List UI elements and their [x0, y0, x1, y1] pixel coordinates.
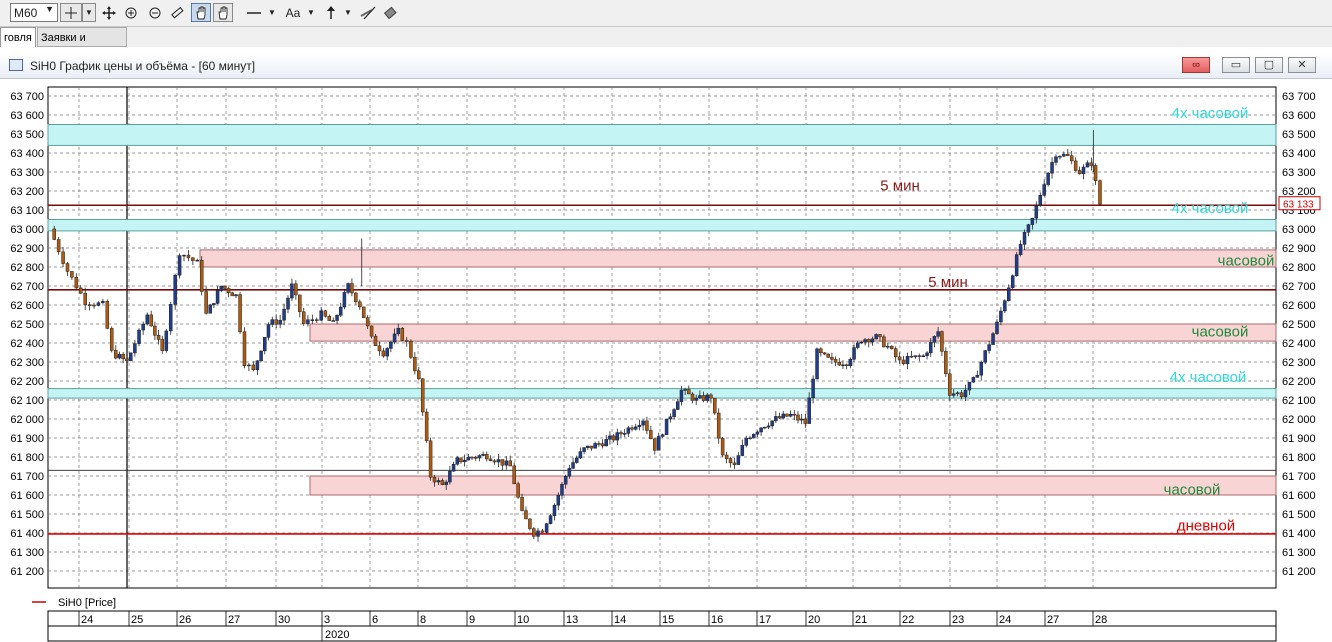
chevron-down-icon: ▼ — [45, 4, 54, 14]
hand-pan-icon[interactable] — [191, 3, 211, 22]
erase-lines-icon[interactable] — [381, 3, 401, 22]
arrow-up-icon[interactable] — [322, 3, 340, 22]
chart-window: SiH0 График цены и объёма - [60 минут] ∞… — [0, 48, 1332, 642]
move-icon[interactable] — [100, 3, 118, 22]
link-icon[interactable]: ∞ — [1182, 57, 1210, 73]
window-title: SiH0 График цены и объёма - [60 минут] — [30, 59, 256, 73]
interval-value: M60 — [14, 5, 38, 20]
text-dropdown-icon[interactable]: ▼ — [305, 3, 317, 22]
chart-window-icon — [9, 59, 23, 71]
tab-orders-trades[interactable]: Заявки и сделки — [37, 27, 127, 64]
zoom-in-icon[interactable] — [122, 3, 140, 22]
minimize-button[interactable]: ▭ — [1222, 57, 1250, 73]
tab-trade-label: говля — [4, 32, 32, 44]
arrow-dropdown-icon[interactable]: ▼ — [342, 3, 354, 22]
hide-lines-icon[interactable] — [358, 3, 378, 22]
cursor-dropdown-icon[interactable]: ▼ — [82, 3, 96, 22]
tab-strip: говля Заявки и сделки — [0, 27, 1332, 64]
zoom-out-icon[interactable] — [146, 3, 164, 22]
line-dropdown-icon[interactable]: ▼ — [266, 3, 278, 22]
restore-button[interactable]: ▢ — [1255, 57, 1283, 73]
line-tool-icon[interactable] — [244, 3, 264, 22]
window-titlebar[interactable]: SiH0 График цены и объёма - [60 минут] ∞… — [0, 54, 1332, 79]
text-tool-button[interactable]: Aa — [283, 3, 303, 22]
close-button[interactable]: ✕ — [1288, 57, 1316, 73]
crosshair-icon[interactable] — [60, 3, 82, 22]
text-tool-label: Aa — [285, 5, 301, 20]
ruler-icon[interactable] — [168, 3, 186, 22]
interval-select[interactable]: M60 ▼ — [10, 3, 58, 22]
tab-trade[interactable]: говля — [0, 27, 36, 47]
toolbar: M60 ▼ ▼ ▼ Aa ▼ ▼ — [0, 0, 1332, 27]
hand-select-icon[interactable] — [213, 3, 233, 22]
